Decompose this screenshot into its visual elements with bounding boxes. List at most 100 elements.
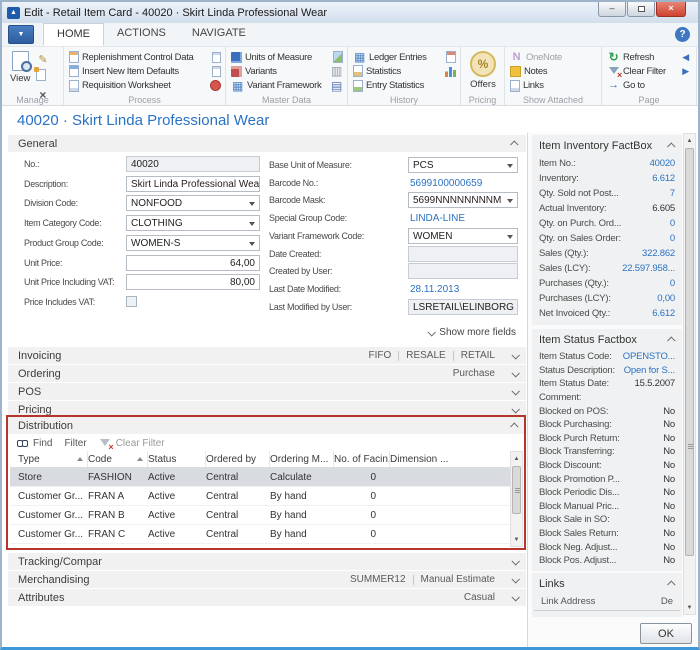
- column-header-status[interactable]: Status: [148, 451, 206, 467]
- chevron-down-icon[interactable]: [511, 405, 519, 413]
- section-header-ordering[interactable]: OrderingPurchase: [8, 365, 526, 382]
- section-header-attributes[interactable]: AttributesCasual: [8, 589, 526, 606]
- scroll-up-button[interactable]: ▲: [684, 134, 695, 147]
- statistics-button[interactable]: Statistics: [353, 64, 456, 78]
- column-header-ordering-m-[interactable]: Ordering M...: [270, 451, 334, 467]
- link-description-header[interactable]: De: [661, 596, 673, 607]
- collapse-icon[interactable]: [667, 142, 675, 150]
- scroll-up-button[interactable]: ▲: [511, 452, 522, 465]
- field-variant-framework-code[interactable]: WOMEN: [408, 228, 518, 244]
- ledger-entries-button[interactable]: ▦Ledger Entries: [353, 50, 456, 64]
- onenote-button[interactable]: NOneNote: [510, 50, 597, 64]
- edit-button[interactable]: ✎: [36, 50, 49, 68]
- fact-value[interactable]: 6.612: [652, 173, 675, 184]
- ok-button[interactable]: OK: [640, 623, 692, 644]
- close-button[interactable]: ×: [656, 1, 686, 17]
- section-header-general[interactable]: General: [8, 135, 526, 152]
- clear-filter-button[interactable]: Clear Filter: [116, 438, 165, 449]
- table-row[interactable]: Customer Gr...FRAN AActiveCentralBy hand…: [10, 487, 522, 506]
- tab-home[interactable]: HOME: [43, 23, 104, 46]
- scrollbar-thumb[interactable]: [512, 466, 521, 514]
- field-last-modified-by-user[interactable]: LSRETAIL\ELINBORG: [408, 299, 518, 315]
- chevron-down-icon[interactable]: [511, 351, 519, 359]
- offers-button[interactable]: %Offers: [466, 50, 500, 91]
- fact-value[interactable]: 22.597.958...: [622, 263, 675, 274]
- checkbox-price-includes-vat[interactable]: [126, 296, 137, 307]
- fact-value[interactable]: 0: [670, 278, 675, 289]
- go-to-button[interactable]: →Go to: [607, 79, 692, 93]
- collapse-icon[interactable]: [667, 336, 675, 344]
- column-header-code[interactable]: Code: [88, 451, 148, 467]
- column-header-dimension-[interactable]: Dimension ...: [390, 451, 522, 467]
- field-unit-price-including-vat[interactable]: 80,00: [126, 274, 260, 290]
- fact-value[interactable]: 40020: [650, 158, 675, 169]
- field-last-date-modified[interactable]: 28.11.2013: [408, 281, 518, 297]
- new-button[interactable]: [36, 68, 49, 86]
- help-button[interactable]: ?: [675, 27, 690, 42]
- distribution-table-scrollbar[interactable]: ▲ ▼: [510, 451, 523, 547]
- tab-navigate[interactable]: NAVIGATE: [179, 23, 259, 46]
- fact-value[interactable]: 0,00: [657, 293, 675, 304]
- column-header-type[interactable]: Type: [18, 451, 88, 467]
- chevron-down-icon[interactable]: [511, 593, 519, 601]
- chevron-down-icon[interactable]: [511, 557, 519, 565]
- link-address-header[interactable]: Link Address: [541, 596, 595, 607]
- links-button[interactable]: Links: [510, 79, 597, 93]
- field-special-group-code[interactable]: LINDA-LINE: [408, 210, 518, 226]
- table-row[interactable]: StoreFASHIONActiveCentralCalculate0: [10, 468, 522, 487]
- field-division-code[interactable]: NONFOOD: [126, 195, 260, 211]
- notes-button[interactable]: Notes: [510, 64, 597, 78]
- section-header-invoicing[interactable]: InvoicingFIFORESALERETAIL: [8, 347, 526, 364]
- replenishment-control-data-button[interactable]: Replenishment Control Data: [69, 50, 221, 64]
- table-row[interactable]: Customer Gr...FRAN BActiveCentralBy hand…: [10, 506, 522, 525]
- tab-actions[interactable]: ACTIONS: [104, 23, 179, 46]
- scrollbar-thumb[interactable]: [685, 148, 694, 556]
- scroll-down-button[interactable]: ▼: [684, 601, 695, 614]
- scroll-down-button[interactable]: ▼: [511, 533, 522, 546]
- clear-filter-button[interactable]: Clear Filter▶: [607, 64, 692, 78]
- chevron-down-icon[interactable]: [511, 369, 519, 377]
- variants-button[interactable]: Variants▥: [231, 64, 343, 78]
- entry-statistics-button[interactable]: Entry Statistics: [353, 79, 456, 93]
- field-date-created[interactable]: [408, 246, 518, 262]
- table-row[interactable]: Customer Gr...FRAN CActiveCentralBy hand…: [10, 525, 522, 544]
- factbox-scrollbar[interactable]: ▲ ▼: [683, 133, 696, 615]
- collapse-icon[interactable]: [667, 580, 675, 588]
- fact-value[interactable]: Open for S...: [624, 365, 675, 376]
- application-menu-button[interactable]: ▼: [8, 25, 34, 44]
- show-more-fields-link[interactable]: Show more fields: [428, 327, 516, 338]
- section-header-distribution[interactable]: Distribution: [8, 417, 526, 434]
- requisition-worksheet-button[interactable]: Requisition Worksheet: [69, 79, 221, 93]
- field-description[interactable]: Skirt Linda Professional Wear: [126, 176, 260, 192]
- fact-value[interactable]: 0: [670, 233, 675, 244]
- find-button[interactable]: Find: [33, 438, 52, 449]
- section-header-merchandising[interactable]: MerchandisingSUMMER12Manual Estimate: [8, 571, 526, 588]
- section-header-pricing[interactable]: Pricing: [8, 401, 526, 418]
- chevron-down-icon[interactable]: [511, 387, 519, 395]
- collapse-icon[interactable]: [510, 422, 518, 430]
- field-barcode-no[interactable]: 5699100000659: [408, 175, 518, 191]
- units-of-measure-button[interactable]: Units of Measure: [231, 50, 343, 64]
- field-item-category-code[interactable]: CLOTHING: [126, 215, 260, 231]
- section-header-pos[interactable]: POS: [8, 383, 526, 400]
- fact-value[interactable]: 7: [670, 188, 675, 199]
- field-no[interactable]: 40020: [126, 156, 260, 172]
- insert-new-item-defaults-button[interactable]: Insert New Item Defaults: [69, 64, 221, 78]
- refresh-button[interactable]: ↻Refresh◀: [607, 50, 692, 64]
- variant-framework-button[interactable]: ▦Variant Framework▤: [231, 79, 343, 93]
- view-button[interactable]: View: [7, 50, 33, 85]
- section-header-tracking-compar[interactable]: Tracking/Compar: [8, 553, 526, 570]
- collapse-icon[interactable]: [510, 140, 518, 148]
- filter-button[interactable]: Filter: [64, 438, 86, 449]
- field-barcode-mask[interactable]: 5699NNNNNNNNM: [408, 192, 518, 208]
- fact-value[interactable]: 6.612: [652, 308, 675, 319]
- column-header-ordered-by[interactable]: Ordered by: [206, 451, 270, 467]
- chevron-down-icon[interactable]: [511, 575, 519, 583]
- column-header-no-of-facin-[interactable]: No. of Facin...: [334, 451, 390, 467]
- minimize-button[interactable]: –: [598, 1, 626, 17]
- fact-value[interactable]: 322.862: [642, 248, 675, 259]
- fact-value[interactable]: OPENSTO...: [623, 351, 675, 362]
- maximize-button[interactable]: [627, 1, 655, 17]
- field-product-group-code[interactable]: WOMEN-S: [126, 235, 260, 251]
- field-created-by-user[interactable]: [408, 263, 518, 279]
